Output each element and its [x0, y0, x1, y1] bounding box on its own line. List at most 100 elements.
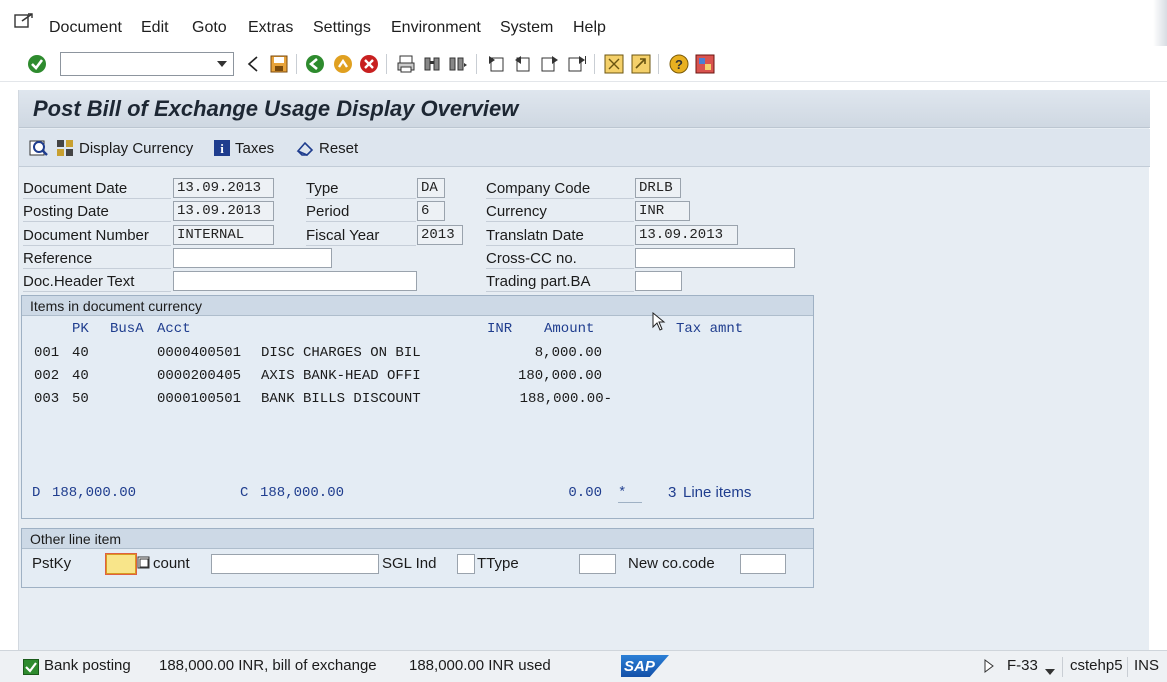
row-2-no[interactable]: 002 — [34, 367, 59, 385]
row-1-acct: 0000400501 — [157, 345, 242, 361]
col-busa: BusA — [110, 321, 144, 337]
menu-help[interactable]: Help — [573, 19, 606, 37]
cross-cc-field[interactable] — [635, 248, 795, 268]
status-message[interactable]: Bank posting — [44, 657, 131, 674]
enter-icon[interactable] — [26, 53, 48, 75]
layout-menu-icon[interactable] — [694, 53, 716, 75]
menu-edit[interactable]: Edit — [141, 19, 169, 37]
debit-label: D — [32, 485, 41, 501]
col-pk: PK — [72, 321, 89, 337]
new-company-code-field[interactable] — [740, 554, 786, 574]
credit-label: C — [240, 485, 249, 501]
create-session-icon[interactable] — [603, 53, 625, 75]
save-icon[interactable] — [268, 53, 290, 75]
fiscal-year-field: 2013 — [417, 225, 463, 245]
new-company-code-label: New co.code — [628, 555, 715, 572]
next-page-icon[interactable] — [539, 53, 561, 75]
first-page-icon[interactable] — [486, 53, 508, 75]
menu-customize-icon[interactable] — [14, 13, 34, 31]
display-currency-button[interactable]: Display Currency — [55, 137, 193, 159]
doc-header-text-label: Doc.Header Text — [23, 272, 171, 292]
row-3-no[interactable]: 003 — [34, 390, 59, 408]
reset-label: Reset — [319, 139, 359, 157]
period-label: Period — [306, 202, 416, 222]
application-toolbar: Display Currency i Taxes Reset — [19, 129, 1150, 167]
cross-cc-label: Cross-CC no. — [486, 249, 634, 269]
window-edge — [1153, 0, 1167, 46]
items-panel: Items in document currency PK BusA Acct … — [21, 295, 814, 519]
row-3-acct: 0000100501 — [157, 391, 242, 407]
menu-system[interactable]: System — [500, 19, 553, 37]
trading-part-field[interactable] — [635, 271, 682, 291]
trading-part-label: Trading part.BA — [486, 272, 634, 292]
taxes-button[interactable]: i Taxes — [213, 137, 274, 159]
status-separator — [1062, 657, 1063, 677]
posting-date-field: 13.09.2013 — [173, 201, 274, 221]
row-1-no[interactable]: 001 — [34, 344, 59, 362]
command-field[interactable] — [60, 52, 234, 76]
account-label: count — [153, 555, 190, 572]
toolbar-separator — [386, 54, 387, 74]
match-code-icon[interactable] — [137, 556, 151, 573]
posting-date-label: Posting Date — [23, 202, 171, 222]
document-number-field: INTERNAL — [173, 225, 274, 245]
ttype-label: TType — [477, 555, 519, 572]
row-2-pk: 40 — [72, 368, 89, 384]
posting-key-field[interactable] — [106, 554, 136, 574]
chevron-down-icon[interactable] — [213, 55, 231, 73]
overview-button[interactable] — [29, 137, 49, 159]
menu-settings[interactable]: Settings — [313, 19, 371, 37]
fiscal-year-label: Fiscal Year — [306, 226, 416, 246]
col-tax-amount: Tax amnt — [676, 321, 744, 337]
help-icon[interactable]: ? — [668, 53, 690, 75]
other-line-item-title: Other line item — [22, 529, 813, 549]
doc-header-text-field[interactable] — [173, 271, 417, 291]
reference-label: Reference — [23, 249, 171, 269]
standard-toolbar: ? — [0, 46, 1167, 82]
col-acct: Acct — [157, 321, 191, 337]
status-detail-2: 188,000.00 INR used — [409, 657, 551, 674]
collapse-left-icon[interactable] — [242, 53, 264, 75]
mouse-cursor-icon — [652, 312, 666, 331]
debit-total: 188,000.00 — [52, 485, 137, 501]
company-code-label: Company Code — [486, 179, 634, 199]
find-icon[interactable] — [421, 53, 443, 75]
cancel-icon[interactable] — [358, 53, 380, 75]
expand-right-icon[interactable] — [984, 659, 994, 676]
display-currency-label: Display Currency — [79, 139, 194, 157]
row-2-amount: 180,000.00 — [517, 368, 602, 384]
back-icon[interactable] — [304, 53, 326, 75]
shortcut-icon[interactable] — [630, 53, 652, 75]
insert-mode: INS — [1134, 657, 1160, 674]
info-icon: i — [214, 140, 230, 156]
menu-document[interactable]: Document — [49, 19, 122, 37]
menu-goto[interactable]: Goto — [192, 19, 227, 37]
reference-field[interactable] — [173, 248, 332, 268]
row-1-text: DISC CHARGES ON BIL — [261, 345, 421, 361]
find-next-icon[interactable] — [447, 53, 469, 75]
menu-environment[interactable]: Environment — [391, 19, 481, 37]
toolbar-separator — [658, 54, 659, 74]
chevron-down-icon[interactable] — [1045, 662, 1055, 678]
title-bar: Post Bill of Exchange Usage Display Over… — [19, 90, 1150, 128]
row-1-pk: 40 — [72, 345, 89, 361]
print-icon[interactable] — [395, 53, 417, 75]
ttype-field[interactable] — [579, 554, 616, 574]
exit-icon[interactable] — [332, 53, 354, 75]
sgl-ind-field[interactable] — [457, 554, 475, 574]
last-page-icon[interactable] — [566, 53, 588, 75]
overview-icon — [29, 140, 48, 156]
menu-extras[interactable]: Extras — [248, 19, 293, 37]
col-amount: Amount — [544, 321, 595, 337]
document-date-label: Document Date — [23, 179, 171, 199]
previous-page-icon[interactable] — [512, 53, 534, 75]
reset-button[interactable]: Reset — [295, 137, 358, 159]
taxes-label: Taxes — [235, 139, 275, 157]
svg-text:i: i — [220, 141, 224, 156]
row-1-amount: 8,000.00 — [534, 345, 602, 361]
line-items-label: Line items — [683, 484, 752, 501]
status-bar: Bank posting 188,000.00 INR, bill of exc… — [0, 650, 1167, 682]
currency-label: Currency — [486, 202, 634, 222]
account-field[interactable] — [211, 554, 379, 574]
period-field: 6 — [417, 201, 445, 221]
